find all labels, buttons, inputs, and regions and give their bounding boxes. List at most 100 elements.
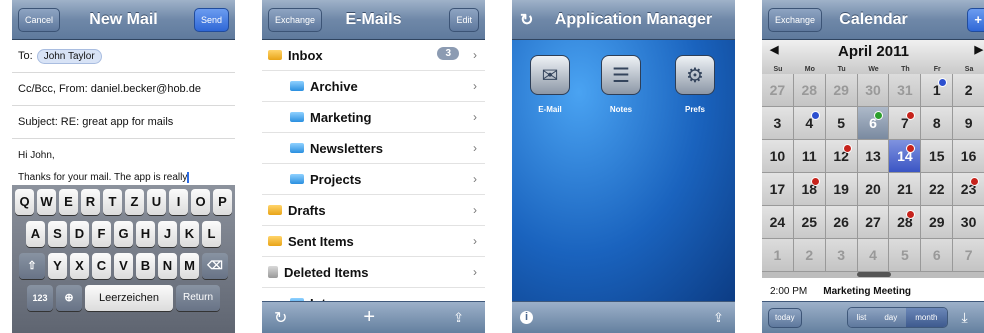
day-cell[interactable]: 12 [825,140,858,173]
share-icon[interactable]: ⇪ [713,310,724,326]
day-cell[interactable]: 11 [793,140,826,173]
day-cell[interactable]: 2 [793,239,826,272]
day-cell[interactable]: 9 [953,107,984,140]
download-icon[interactable]: ⤓ [962,309,968,326]
email-app[interactable]: ✉ E-Mail [527,55,573,114]
day-cell[interactable]: 28 [793,74,826,107]
next-month-icon[interactable]: ▶ [975,43,983,56]
day-cell[interactable]: 14 [889,140,922,173]
key-v[interactable]: V [114,253,133,279]
folder-row[interactable]: Inbox 3 › [262,40,485,71]
space-key[interactable]: Leerzeichen [85,285,173,311]
key-a[interactable]: A [26,221,45,247]
prefs-app[interactable]: ⚙ Prefs [672,55,718,114]
day-cell[interactable]: 4 [857,239,890,272]
subject-field[interactable]: Subject: RE: great app for mails [12,106,235,139]
return-key[interactable]: Return [176,285,220,311]
day-cell[interactable]: 21 [889,173,922,206]
key-e[interactable]: E [59,189,78,215]
day-cell[interactable]: 4 [793,107,826,140]
day-cell[interactable]: 1 [762,239,794,272]
day-cell[interactable]: 31 [889,74,922,107]
send-button[interactable]: Send [193,8,229,32]
day-cell[interactable]: 29 [921,206,954,239]
refresh-icon[interactable]: ↻ [274,308,287,328]
day-cell[interactable]: 20 [857,173,890,206]
day-cell[interactable]: 25 [793,206,826,239]
key-k[interactable]: K [180,221,199,247]
day-cell[interactable]: 16 [953,140,984,173]
day-cell[interactable]: 18 [793,173,826,206]
info-icon[interactable]: i [520,311,533,324]
day-cell[interactable]: 17 [762,173,794,206]
day-cell[interactable]: 7 [953,239,984,272]
view-month-segment[interactable]: month [906,308,947,327]
folder-row[interactable]: Archive › [262,71,485,102]
folder-row[interactable]: Projects › [262,164,485,195]
view-day-segment[interactable]: day [875,308,907,327]
key-t[interactable]: T [103,189,122,215]
key-f[interactable]: F [92,221,111,247]
key-z[interactable]: Z [125,189,144,215]
key-l[interactable]: L [202,221,221,247]
key-d[interactable]: D [70,221,89,247]
key-x[interactable]: X [70,253,89,279]
day-cell[interactable]: 19 [825,173,858,206]
numbers-key[interactable]: 123 [27,285,53,311]
day-cell[interactable]: 13 [857,140,890,173]
day-cell[interactable]: 5 [889,239,922,272]
day-cell[interactable]: 28 [889,206,922,239]
add-event-button[interactable]: + [967,8,984,32]
grid-handle[interactable] [762,272,984,278]
folder-row[interactable]: Drafts › [262,195,485,226]
folder-row[interactable]: Newsletters › [262,133,485,164]
day-cell[interactable]: 2 [953,74,984,107]
key-w[interactable]: W [37,189,56,215]
key-u[interactable]: U [147,189,166,215]
today-button[interactable]: today [768,307,802,328]
day-cell[interactable]: 26 [825,206,858,239]
day-cell[interactable]: 3 [762,107,794,140]
compose-plus-icon[interactable]: + [363,306,375,329]
folder-row[interactable]: Marketing › [262,102,485,133]
edit-button[interactable]: Edit [449,8,479,32]
key-q[interactable]: Q [15,189,34,215]
key-g[interactable]: G [114,221,133,247]
day-cell[interactable]: 29 [825,74,858,107]
day-cell[interactable]: 10 [762,140,794,173]
key-c[interactable]: C [92,253,111,279]
notes-app[interactable]: ☰ Notes [598,55,644,114]
key-o[interactable]: O [191,189,210,215]
day-cell[interactable]: 30 [953,206,984,239]
share-icon[interactable]: ⇪ [453,310,464,326]
key-y[interactable]: Y [48,253,67,279]
ccbcc-field[interactable]: Cc/Bcc, From: daniel.becker@hob.de [12,73,235,106]
day-cell[interactable]: 3 [825,239,858,272]
key-s[interactable]: S [48,221,67,247]
backspace-key[interactable]: ⌫ [202,253,228,279]
folder-row[interactable]: Sent Items › [262,226,485,257]
key-m[interactable]: M [180,253,199,279]
day-cell[interactable]: 5 [825,107,858,140]
day-cell[interactable]: 24 [762,206,794,239]
day-cell[interactable]: 27 [857,206,890,239]
day-cell[interactable]: 22 [921,173,954,206]
key-n[interactable]: N [158,253,177,279]
day-cell[interactable]: 23 [953,173,984,206]
day-cell[interactable]: 7 [889,107,922,140]
globe-key[interactable]: ⊕ [56,285,82,311]
view-list-segment[interactable]: list [847,308,876,327]
day-cell[interactable]: 8 [921,107,954,140]
key-j[interactable]: J [158,221,177,247]
key-h[interactable]: H [136,221,155,247]
key-r[interactable]: R [81,189,100,215]
key-p[interactable]: P [213,189,232,215]
recipient-chip[interactable]: John Taylor [36,48,102,64]
day-cell[interactable]: 15 [921,140,954,173]
day-cell[interactable]: 30 [857,74,890,107]
day-cell[interactable]: 27 [762,74,794,107]
key-i[interactable]: I [169,189,188,215]
day-cell[interactable]: 6 [857,107,890,140]
day-cell[interactable]: 6 [921,239,954,272]
day-cell[interactable]: 1 [921,74,954,107]
